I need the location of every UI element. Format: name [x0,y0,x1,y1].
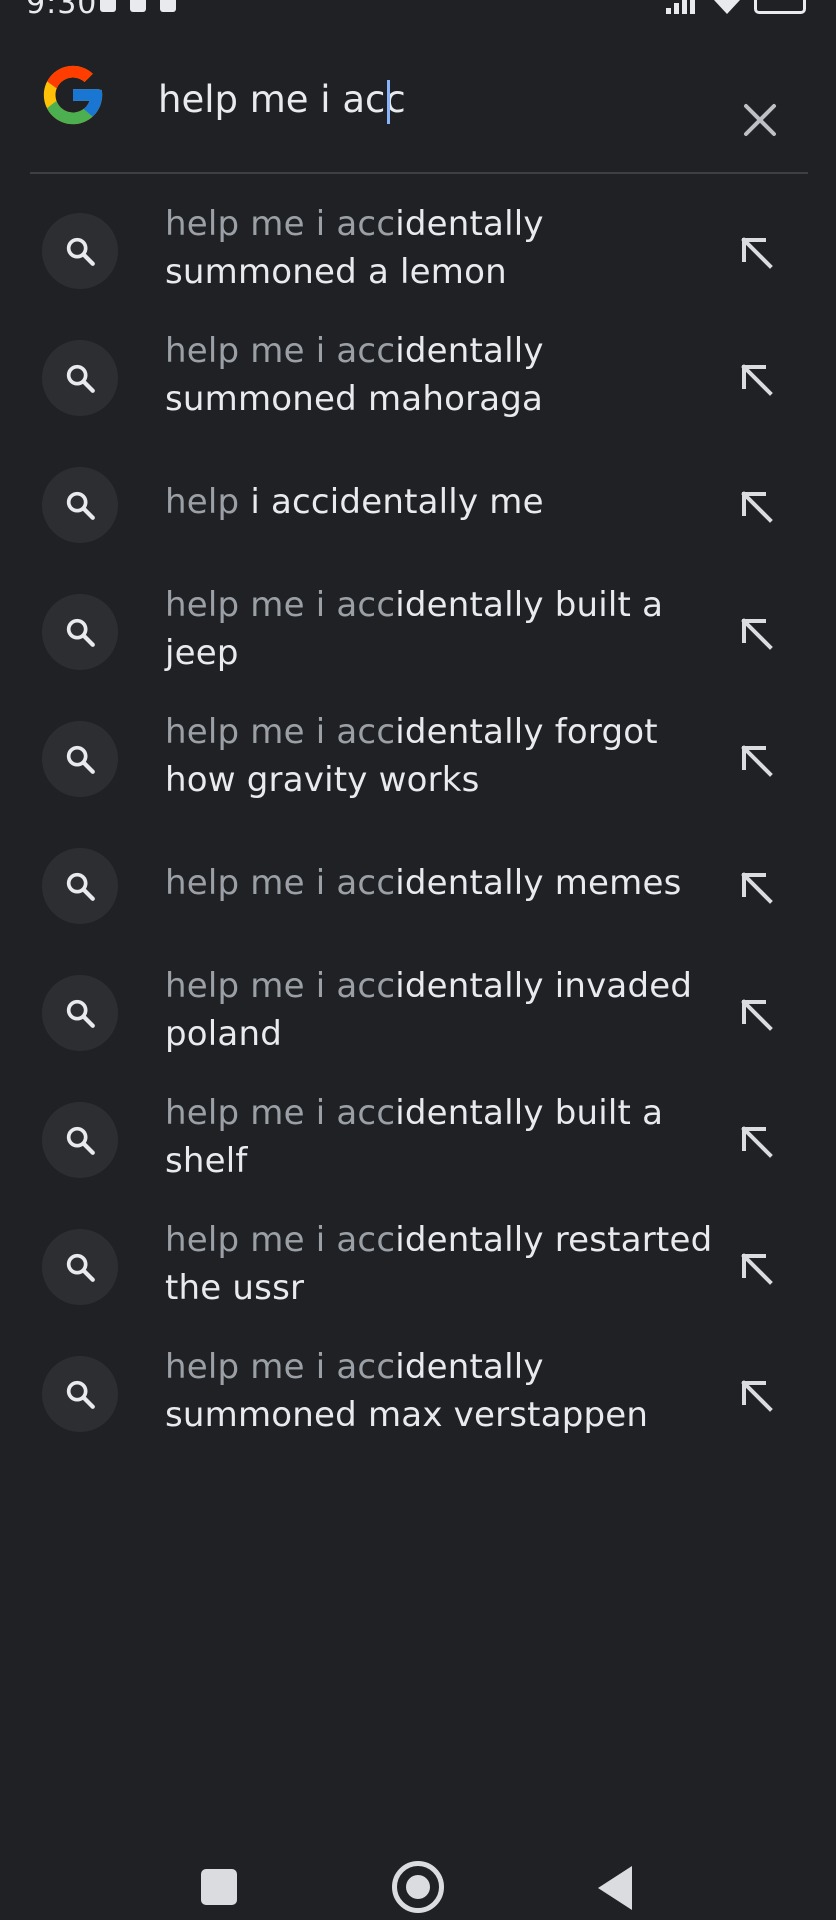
arrow-up-left-icon[interactable] [732,609,782,659]
suggestion-text: help me i accidentally forgot how gravity… [165,706,725,806]
suggestion-completion: identally [395,331,544,371]
suggestion-icon-circle [42,1356,118,1432]
wifi-icon [714,0,740,14]
suggestion-icon-circle [42,340,118,416]
suggestion-icon-circle [42,467,118,543]
suggestion-completion-line2: summoned a lemon [165,252,507,292]
suggestion-completion: identally [395,1347,544,1387]
suggestion-typed-prefix: help me i acc [165,863,396,903]
notification-icon [130,0,146,12]
search-icon [66,237,95,266]
notification-icon [100,0,116,12]
arrow-up-left-icon[interactable] [732,1371,782,1421]
suggestion-text: help me i accidentally restarted the ussr [165,1214,725,1314]
suggestion-completion: identally built a [395,585,664,625]
text-caret [387,80,390,124]
arrow-up-left-icon[interactable] [732,482,782,532]
suggestion-item[interactable]: help i accidentally me [0,434,836,561]
suggestion-typed-prefix: help me i acc [165,1093,396,1133]
suggestion-typed-prefix: help me i acc [165,585,396,625]
arrow-up-left-icon[interactable] [732,990,782,1040]
suggestion-completion: identally forgot [395,712,658,752]
suggestion-list: help me i accidentally summoned a lemon h… [0,180,836,1450]
suggestion-typed-prefix: help me i acc [165,1220,396,1260]
search-icon [66,364,95,393]
suggestion-icon-circle [42,594,118,670]
system-icons [664,0,806,14]
suggestion-item[interactable]: help me i accidentally summoned mahoraga [0,307,836,434]
suggestion-icon-circle [42,975,118,1051]
recents-button[interactable] [201,1869,237,1905]
suggestion-icon-circle [42,848,118,924]
suggestion-item[interactable]: help me i accidentally forgot how gravity… [0,688,836,815]
back-button[interactable] [598,1866,632,1910]
suggestion-completion: identally built a [395,1093,664,1133]
search-icon [66,1126,95,1155]
suggestion-completion-line2: shelf [165,1141,248,1181]
suggestion-item[interactable]: help me i accidentally built a jeep [0,561,836,688]
suggestion-typed-prefix: help [165,482,251,522]
suggestion-completion: i accidentally me [250,482,544,522]
suggestion-typed-prefix: help me i acc [165,331,396,371]
search-icon [66,999,95,1028]
header-divider [30,172,808,174]
suggestion-icon-circle [42,1102,118,1178]
search-input[interactable] [158,74,678,124]
suggestion-completion: identally invaded [395,966,693,1006]
suggestion-item[interactable]: help me i accidentally restarted the ussr [0,1196,836,1323]
suggestion-text: help me i accidentally summoned mahoraga [165,325,725,425]
suggestion-icon-circle [42,1229,118,1305]
status-bar: 9:30 [0,0,836,22]
home-button[interactable] [392,1861,444,1913]
suggestion-typed-prefix: help me i acc [165,712,396,752]
suggestion-icon-circle [42,721,118,797]
suggestion-completion: identally restarted [395,1220,713,1260]
arrow-up-left-icon[interactable] [732,1117,782,1167]
notification-icons [100,0,176,12]
suggestion-text: help me i accidentally summoned max verst… [165,1341,725,1441]
battery-icon [754,0,806,14]
suggestion-icon-circle [42,213,118,289]
signal-icon [666,0,695,14]
search-icon [66,1253,95,1282]
suggestion-item[interactable]: help me i accidentally summoned a lemon [0,180,836,307]
search-icon [66,872,95,901]
suggestion-text: help me i accidentally built a shelf [165,1087,725,1187]
suggestion-text: help me i accidentally built a jeep [165,579,725,679]
suggestion-text: help me i accidentally memes [165,833,725,933]
suggestion-text: help me i accidentally summoned a lemon [165,198,725,298]
suggestion-completion-line2: how gravity works [165,760,480,800]
search-icon [66,618,95,647]
suggestion-typed-prefix: help me i acc [165,204,396,244]
arrow-up-left-icon[interactable] [732,736,782,786]
search-icon [66,1380,95,1409]
notification-icon [160,0,176,12]
suggestion-completion-line2: jeep [165,633,239,673]
suggestion-text: help me i accidentally invaded poland [165,960,725,1060]
suggestion-item[interactable]: help me i accidentally memes [0,815,836,942]
suggestion-completion-line2: summoned max verstappen [165,1395,649,1435]
navigation-bar [0,1840,836,1920]
arrow-up-left-icon[interactable] [732,355,782,405]
search-icon [66,745,95,774]
suggestion-typed-prefix: help me i acc [165,966,396,1006]
suggestion-completion-line2: poland [165,1014,282,1054]
suggestion-item[interactable]: help me i accidentally summoned max verst… [0,1323,836,1450]
close-icon[interactable] [740,100,780,140]
suggestion-item[interactable]: help me i accidentally built a shelf [0,1069,836,1196]
suggestion-typed-prefix: help me i acc [165,1347,396,1387]
suggestion-text: help i accidentally me [165,452,725,552]
suggestion-completion: identally [395,204,544,244]
arrow-up-left-icon[interactable] [732,228,782,278]
suggestion-completion-line2: the ussr [165,1268,305,1308]
suggestion-completion: identally memes [395,863,682,903]
search-icon [66,491,95,520]
suggestion-completion-line2: summoned mahoraga [165,379,544,419]
google-g-logo [43,65,103,125]
arrow-up-left-icon[interactable] [732,1244,782,1294]
status-time: 9:30 [26,0,98,21]
suggestion-item[interactable]: help me i accidentally invaded poland [0,942,836,1069]
search-header [0,22,836,172]
arrow-up-left-icon[interactable] [732,863,782,913]
